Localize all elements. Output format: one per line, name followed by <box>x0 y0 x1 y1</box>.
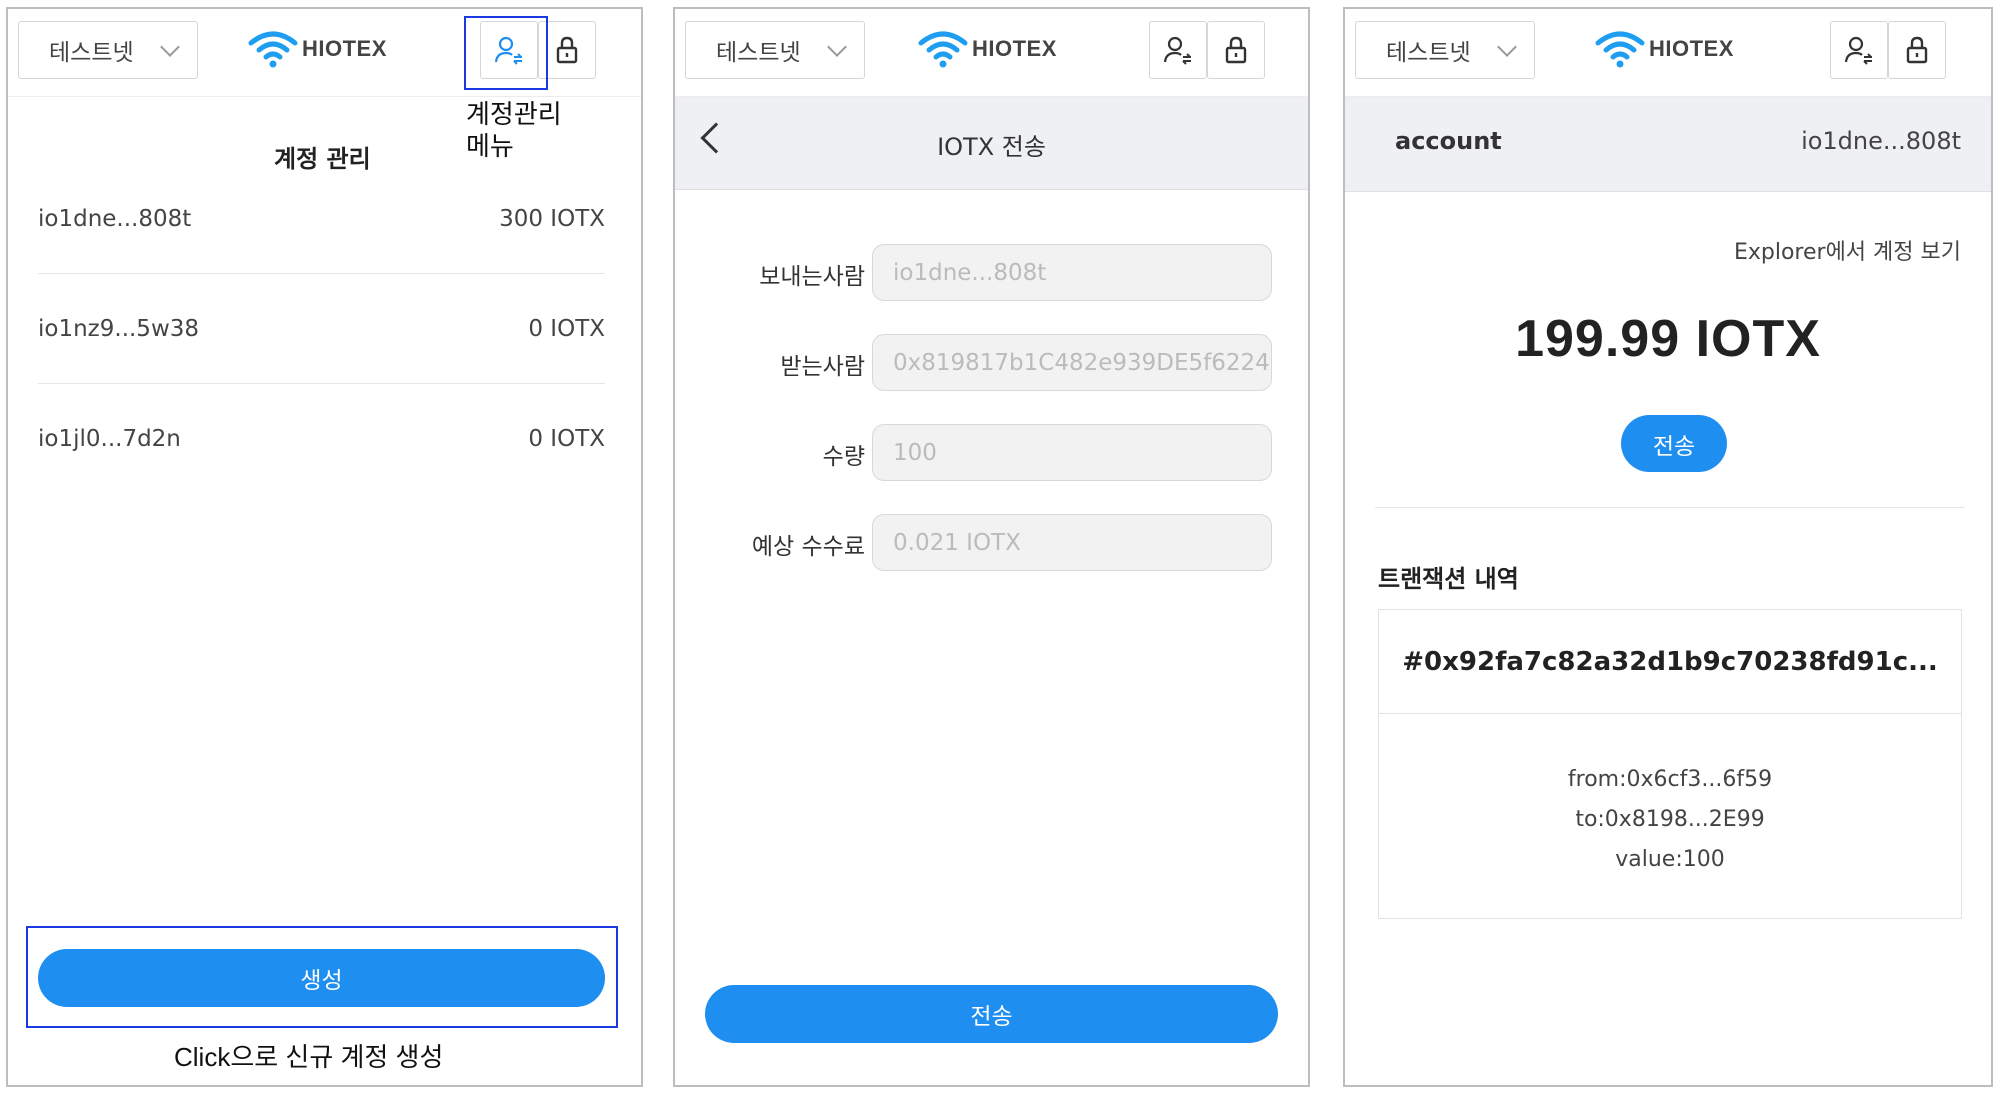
amount-field[interactable]: 100 <box>872 424 1272 481</box>
account-row[interactable]: io1nz9...5w38 0 IOTX <box>38 274 605 384</box>
tx-value: value:100 <box>1615 847 1725 872</box>
account-label: account <box>1395 127 1502 155</box>
account-row[interactable]: io1jl0...7d2n 0 IOTX <box>38 384 605 494</box>
annotation-line: 계정관리 <box>466 100 562 130</box>
annotation-line: 메뉴 <box>466 132 514 162</box>
amount-label: 수량 <box>822 444 865 470</box>
tx-from: from:0x6cf3...6f59 <box>1567 767 1773 792</box>
account-detail-panel: 테스트넷 HIOTEX account io1dne...808t Explor… <box>1343 7 1993 1087</box>
create-account-button[interactable]: 생성 <box>38 949 605 1007</box>
tx-details: from:0x6cf3...6f59 to:0x8198...2E99 valu… <box>1379 760 1961 880</box>
app-header: 테스트넷 HIOTEX <box>675 9 1308 97</box>
app-logo: HIOTEX <box>248 29 387 69</box>
network-label: 테스트넷 <box>716 40 801 66</box>
lock-icon <box>1225 36 1247 64</box>
lock-icon <box>1906 36 1928 64</box>
account-balance: 0 IOTX <box>528 315 605 342</box>
network-selector[interactable]: 테스트넷 <box>685 21 865 79</box>
chevron-down-icon <box>827 37 847 57</box>
send-iotx-panel: 테스트넷 HIOTEX IOTX 전송 보내는사람 io1dne...808t … <box>673 7 1310 1087</box>
network-selector[interactable]: 테스트넷 <box>1355 21 1535 79</box>
page-title: IOTX 전송 <box>937 133 1046 161</box>
account-header: account io1dne...808t <box>1345 97 1991 192</box>
app-header: 테스트넷 HIOTEX <box>1345 9 1991 97</box>
tx-to: to:0x8198...2E99 <box>1575 807 1765 832</box>
fee-label: 예상 수수료 <box>751 534 865 560</box>
account-address: io1nz9...5w38 <box>38 315 200 342</box>
send-button[interactable]: 전송 <box>1621 415 1727 472</box>
lock-icon <box>556 36 578 64</box>
network-label: 테스트넷 <box>49 40 134 66</box>
create-annotation: Click으로 신규 계정 생성 <box>174 1042 444 1072</box>
recipient-field[interactable]: 0x819817b1C482e939DE5f6224 <box>872 334 1272 391</box>
sender-field[interactable]: io1dne...808t <box>872 244 1272 301</box>
logo-text: HIOTEX <box>302 36 387 61</box>
account-balance: 199.99 IOTX <box>1515 310 1821 368</box>
logo-text: HIOTEX <box>972 36 1057 61</box>
account-row[interactable]: io1dne...808t 300 IOTX <box>38 164 605 274</box>
wifi-logo-icon <box>1595 31 1645 68</box>
account-switch-icon <box>1844 36 1872 65</box>
account-menu-button[interactable] <box>1830 21 1888 79</box>
app-logo: HIOTEX <box>918 29 1057 69</box>
explorer-link[interactable]: Explorer에서 계정 보기 <box>1734 234 1961 266</box>
logo-text: HIOTEX <box>1649 36 1734 61</box>
account-menu-button[interactable] <box>1149 21 1207 79</box>
transaction-card[interactable]: #0x92fa7c82a32d1b9c70238fd91c... from:0x… <box>1378 609 1962 919</box>
account-menu-highlight <box>464 16 548 90</box>
tx-history-title: 트랜잭션 내역 <box>1378 565 1519 593</box>
account-balance: 0 IOTX <box>528 426 605 452</box>
network-label: 테스트넷 <box>1386 40 1471 66</box>
recipient-label: 받는사람 <box>780 354 865 380</box>
network-selector[interactable]: 테스트넷 <box>18 21 198 79</box>
account-menu-annotation: 계정관리 메뉴 <box>466 99 562 163</box>
send-button[interactable]: 전송 <box>705 985 1278 1043</box>
sub-header: IOTX 전송 <box>675 97 1308 190</box>
chevron-down-icon <box>160 37 180 57</box>
account-address: io1dne...808t <box>1801 127 1961 155</box>
chevron-down-icon <box>1497 37 1517 57</box>
account-address: io1jl0...7d2n <box>38 426 181 452</box>
account-address: io1dne...808t <box>38 205 192 232</box>
wifi-logo-icon <box>918 31 968 68</box>
divider <box>1375 507 1965 508</box>
lock-button[interactable] <box>1207 21 1265 79</box>
account-switch-icon <box>1163 36 1191 65</box>
account-balance: 300 IOTX <box>499 205 605 232</box>
account-management-panel: 테스트넷 HIOTEX 계정관리 메뉴 계정 관리 io1dne...808t … <box>6 7 643 1087</box>
sender-label: 보내는사람 <box>759 264 865 290</box>
app-logo: HIOTEX <box>1595 29 1734 69</box>
wifi-logo-icon <box>248 31 298 68</box>
tx-hash[interactable]: #0x92fa7c82a32d1b9c70238fd91c... <box>1379 610 1961 714</box>
lock-button[interactable] <box>1888 21 1946 79</box>
fee-field[interactable]: 0.021 IOTX <box>872 514 1272 571</box>
